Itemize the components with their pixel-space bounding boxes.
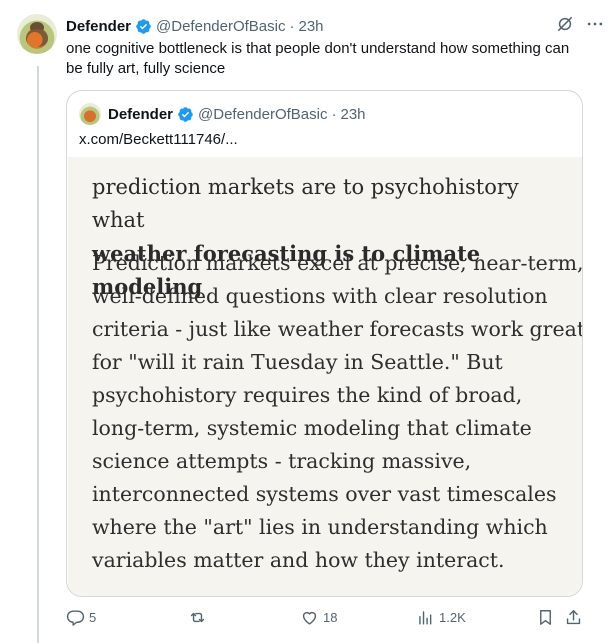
author-handle[interactable]: @DefenderOfBasic bbox=[156, 18, 285, 35]
quote-time: 23h bbox=[340, 105, 366, 123]
tweet-actions: 5 18 1.2K bbox=[66, 608, 596, 630]
views-icon bbox=[416, 608, 435, 627]
image-body-line: psychohistory requires the kind of broad… bbox=[92, 383, 523, 407]
bookmark-icon bbox=[536, 608, 555, 627]
repost-icon bbox=[188, 608, 207, 627]
tweet-header: Defender @DefenderOfBasic · 23h bbox=[66, 16, 324, 36]
quote-link[interactable]: x.com/Beckett111746/... bbox=[79, 131, 238, 148]
grok-icon[interactable] bbox=[555, 14, 575, 34]
like-button[interactable]: 18 bbox=[300, 608, 337, 627]
verified-badge-icon bbox=[177, 106, 194, 123]
reply-count: 5 bbox=[89, 610, 97, 625]
share-button[interactable] bbox=[564, 608, 583, 627]
image-body-line: long-term, systemic modeling that climat… bbox=[92, 416, 532, 440]
verified-badge-icon bbox=[135, 18, 152, 35]
quote-author-name: Defender bbox=[108, 105, 174, 123]
heart-icon bbox=[300, 608, 319, 627]
image-title-line-1: prediction markets are to psychohistory … bbox=[92, 175, 519, 232]
image-body-line: variables matter and how they interact. bbox=[92, 548, 505, 572]
image-body-line: for "will it rain Tuesday in Seattle." B… bbox=[92, 350, 503, 374]
quote-header: Defender @DefenderOfBasic · 23h bbox=[79, 103, 366, 125]
quote-image[interactable]: prediction markets are to psychohistory … bbox=[68, 157, 583, 596]
top-icons bbox=[555, 14, 605, 34]
image-body-line: interconnected systems over vast timesca… bbox=[92, 482, 557, 506]
author-name[interactable]: Defender bbox=[66, 18, 131, 35]
bookmark-button[interactable] bbox=[536, 608, 555, 627]
quoted-tweet[interactable]: Defender @DefenderOfBasic · 23h x.com/Be… bbox=[66, 90, 583, 597]
author-avatar[interactable] bbox=[17, 14, 57, 54]
image-body-line: where the "art" lies in understanding wh… bbox=[92, 515, 548, 539]
thread-line bbox=[37, 66, 39, 643]
view-count: 1.2K bbox=[439, 610, 466, 625]
like-count: 18 bbox=[323, 610, 338, 625]
more-icon[interactable] bbox=[585, 14, 605, 34]
image-body-line: well-defined questions with clear resolu… bbox=[92, 284, 548, 308]
share-icon bbox=[564, 608, 583, 627]
image-body: Prediction markets excel at precise, nea… bbox=[92, 247, 583, 577]
quote-author-avatar bbox=[79, 103, 101, 125]
reply-button[interactable]: 5 bbox=[66, 608, 96, 627]
tweet-time[interactable]: 23h bbox=[298, 18, 323, 35]
image-body-line: criteria - just like weather forecasts w… bbox=[92, 317, 583, 341]
quote-separator: · bbox=[331, 105, 337, 123]
quote-author-handle: @DefenderOfBasic bbox=[198, 105, 328, 123]
avatar-bird bbox=[84, 111, 96, 121]
image-body-line: science attempts - tracking massive, bbox=[92, 449, 472, 473]
repost-button[interactable] bbox=[188, 608, 211, 627]
tweet-text: one cognitive bottleneck is that people … bbox=[66, 40, 570, 77]
reply-icon bbox=[66, 608, 85, 627]
image-body-line: Prediction markets excel at precise, nea… bbox=[92, 251, 583, 275]
header-separator: · bbox=[289, 17, 295, 35]
avatar-bird-body bbox=[26, 29, 48, 47]
views-button[interactable]: 1.2K bbox=[416, 608, 466, 627]
